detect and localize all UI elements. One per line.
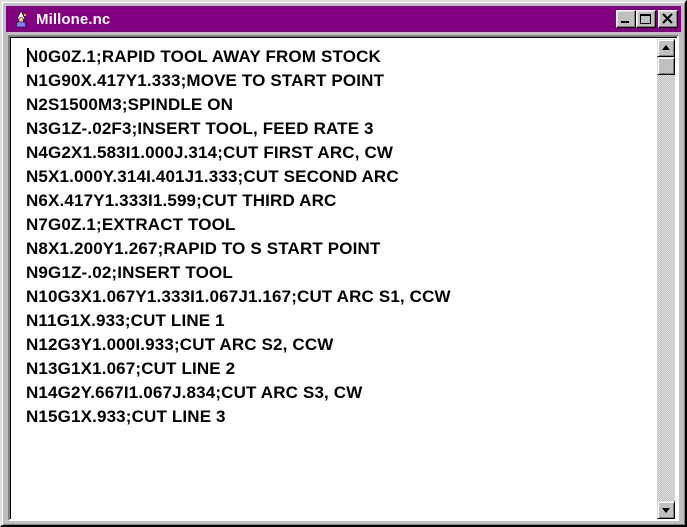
nc-code-editor[interactable]: N0G0Z.1;RAPID TOOL AWAY FROM STOCK N1G90… [12, 39, 659, 519]
code-line[interactable]: N11G1X.933;CUT LINE 1 [26, 309, 659, 333]
code-line[interactable]: N9G1Z-.02;INSERT TOOL [26, 261, 659, 285]
minimize-button[interactable] [616, 10, 636, 28]
vertical-scrollbar[interactable] [657, 39, 675, 519]
code-line[interactable]: N0G0Z.1;RAPID TOOL AWAY FROM STOCK [26, 45, 659, 69]
minimize-icon [621, 21, 629, 23]
editor-window: Millone.nc N0G0Z.1;RAPID TOOL AWAY FROM … [0, 0, 687, 527]
code-line[interactable]: N7G0Z.1;EXTRACT TOOL [26, 213, 659, 237]
scroll-down-button[interactable] [657, 501, 675, 519]
code-line[interactable]: N5X1.000Y.314I.401J1.333;CUT SECOND ARC [26, 165, 659, 189]
scroll-down-arrow-icon [662, 508, 670, 513]
code-line[interactable]: N14G2Y.667I1.067J.834;CUT ARC S3, CW [26, 381, 659, 405]
code-line[interactable]: N2S1500M3;SPINDLE ON [26, 93, 659, 117]
code-line[interactable]: N13G1X1.067;CUT LINE 2 [26, 357, 659, 381]
wizard-app-icon[interactable] [12, 10, 30, 28]
window-controls [616, 10, 678, 28]
code-line[interactable]: N6X.417Y1.333I1.599;CUT THIRD ARC [26, 189, 659, 213]
scroll-up-button[interactable] [657, 39, 675, 57]
maximize-button[interactable] [636, 10, 656, 28]
close-button[interactable] [658, 10, 678, 28]
code-line[interactable]: N4G2X1.583I1.000J.314;CUT FIRST ARC, CW [26, 141, 659, 165]
scroll-thumb[interactable] [657, 57, 675, 75]
title-bar[interactable]: Millone.nc [6, 6, 681, 32]
text-caret [27, 48, 29, 67]
code-line[interactable]: N1G90X.417Y1.333;MOVE TO START POINT [26, 69, 659, 93]
code-line[interactable]: N10G3X1.067Y1.333I1.067J1.167;CUT ARC S1… [26, 285, 659, 309]
close-icon [662, 13, 673, 24]
scroll-up-arrow-icon [662, 45, 670, 50]
window-title: Millone.nc [36, 10, 111, 28]
code-line[interactable]: N12G3Y1.000I.933;CUT ARC S2, CCW [26, 333, 659, 357]
code-line[interactable]: N3G1Z-.02F3;INSERT TOOL, FEED RATE 3 [26, 117, 659, 141]
code-line[interactable]: N15G1X.933;CUT LINE 3 [26, 405, 659, 429]
text-area-frame: N0G0Z.1;RAPID TOOL AWAY FROM STOCK N1G90… [8, 35, 679, 521]
code-line[interactable]: N8X1.200Y1.267;RAPID TO S START POINT [26, 237, 659, 261]
maximize-icon [640, 14, 651, 24]
